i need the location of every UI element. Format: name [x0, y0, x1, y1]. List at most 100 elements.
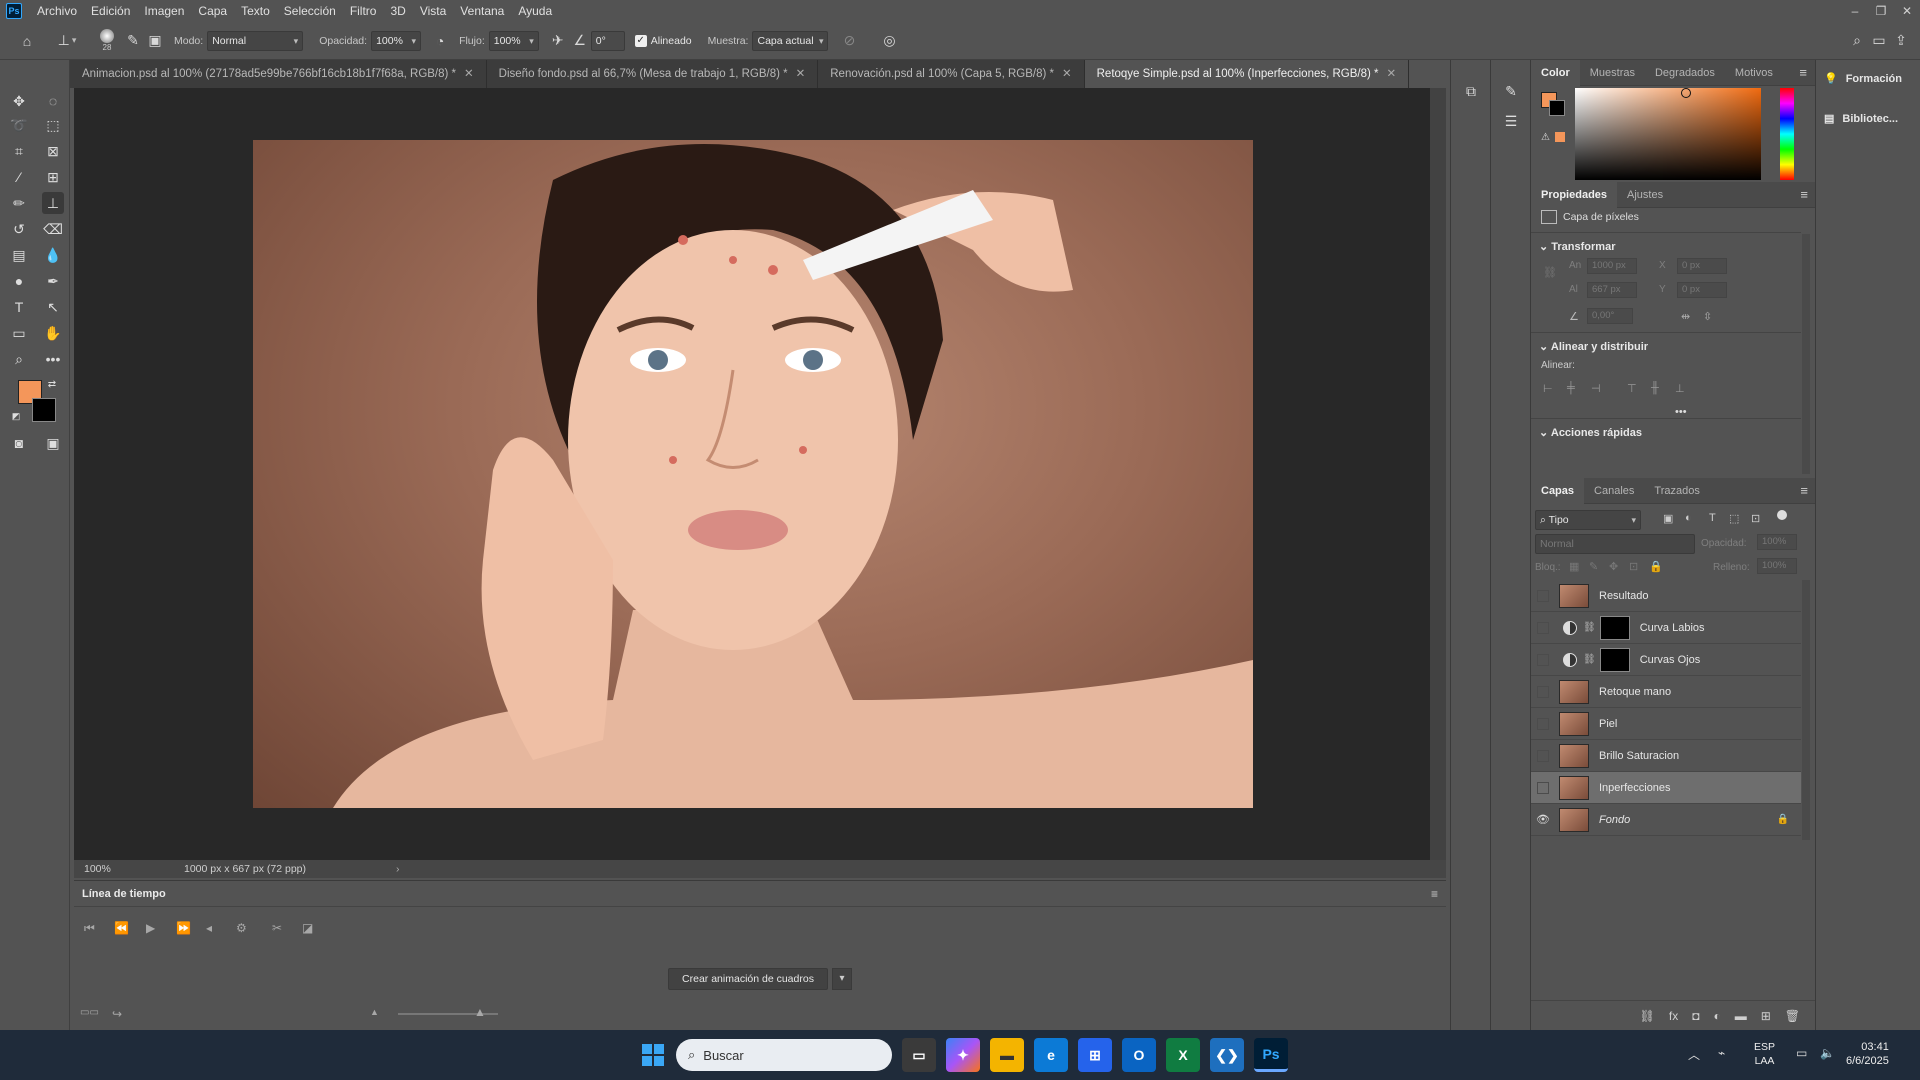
gradient-tool-icon[interactable]: ▤	[8, 244, 30, 266]
path-select-tool-icon[interactable]: ↖	[42, 296, 64, 318]
zoom-level[interactable]: 100%	[84, 863, 144, 875]
home-icon[interactable]: ⌂	[16, 30, 38, 52]
volume-icon[interactable]: 🔈	[1820, 1046, 1835, 1060]
curves-adjustment-icon[interactable]	[1563, 620, 1577, 635]
close-window-button[interactable]: ✕	[1894, 0, 1920, 22]
align-top-icon[interactable]: ⊤	[1627, 382, 1637, 395]
menu-filtro[interactable]: Filtro	[343, 0, 384, 22]
layer-row[interactable]: Brillo Saturacion	[1531, 740, 1801, 772]
zoom-tool-icon[interactable]: ⌕	[8, 348, 30, 370]
type-tool-icon[interactable]: T	[8, 296, 30, 318]
libraries-item[interactable]: ▤ Bibliotec...	[1824, 112, 1898, 126]
swap-colors-icon[interactable]: ⇄	[46, 378, 58, 390]
tab-renovacion[interactable]: Renovación.psd al 100% (Capa 5, RGB/8) *…	[818, 60, 1085, 88]
new-adjustment-icon[interactable]: ◐	[1713, 1009, 1720, 1023]
canvas-scrollbar[interactable]	[1430, 88, 1446, 860]
transition-icon[interactable]: ◪	[302, 921, 313, 935]
tab-degradados[interactable]: Degradados	[1645, 60, 1725, 86]
quick-mask-icon[interactable]: ◙	[8, 432, 30, 454]
network-icon[interactable]: ⌁	[1718, 1046, 1725, 1060]
menu-seleccion[interactable]: Selección	[277, 0, 343, 22]
filter-type-icon[interactable]: T	[1709, 512, 1716, 524]
close-icon[interactable]: ✕	[464, 68, 474, 80]
lock-pixels-icon[interactable]: ✎	[1589, 560, 1598, 573]
layer-thumbnail[interactable]	[1559, 711, 1589, 736]
brush-settings-icon[interactable]: ✎	[122, 30, 144, 52]
screen-mode-icon[interactable]: ▣	[42, 432, 64, 454]
layer-thumbnail[interactable]	[1559, 807, 1589, 832]
menu-capa[interactable]: Capa	[191, 0, 234, 22]
lock-icon[interactable]: 🔒	[1777, 814, 1789, 825]
new-layer-icon[interactable]: ⊞	[1761, 1009, 1771, 1023]
mask-link-icon[interactable]: ⛓	[1583, 654, 1596, 665]
layer-mask-thumbnail[interactable]	[1599, 615, 1630, 640]
more-options-icon[interactable]: •••	[1675, 406, 1687, 418]
filter-adjustment-icon[interactable]: ◐	[1685, 512, 1692, 524]
ignore-adjustments-icon[interactable]: ⊘	[838, 30, 860, 52]
eraser-tool-icon[interactable]: ⌫	[42, 218, 64, 240]
vscode-icon[interactable]: ❮❯	[1210, 1038, 1244, 1072]
rectangle-tool-icon[interactable]: ▭	[8, 322, 30, 344]
hue-slider[interactable]	[1780, 88, 1794, 180]
background-color-swatch[interactable]	[32, 398, 56, 422]
workspace-icon[interactable]: ▭	[1868, 30, 1890, 52]
object-select-tool-icon[interactable]: ⬚	[42, 114, 64, 136]
pressure-opacity-icon[interactable]: ◔	[429, 30, 451, 52]
convert-icon[interactable]: ↪	[112, 1007, 122, 1021]
layer-row[interactable]: 👁 Fondo 🔒	[1531, 804, 1801, 836]
pen-tool-icon[interactable]: ✒	[42, 270, 64, 292]
panel-menu-icon[interactable]: ≡	[1799, 60, 1807, 86]
link-layers-icon[interactable]: ⛓	[1640, 1009, 1655, 1023]
properties-scrollbar[interactable]	[1802, 234, 1810, 474]
windows-start-icon[interactable]	[636, 1038, 670, 1072]
tab-animacion[interactable]: Animacion.psd al 100% (27178ad5e99be766b…	[70, 60, 487, 88]
fx-icon[interactable]: fx	[1669, 1009, 1678, 1023]
lock-artboard-icon[interactable]: ⊡	[1629, 560, 1638, 573]
opacity-field[interactable]: 100% ▾	[371, 30, 422, 51]
chevron-right-icon[interactable]: ›	[396, 863, 400, 875]
clone-source-icon[interactable]: ▣	[144, 30, 166, 52]
gamut-swatch[interactable]	[1555, 132, 1565, 142]
layer-filter-select[interactable]: ⌕ Tipo ▾	[1535, 510, 1641, 530]
menu-archivo[interactable]: Archivo	[30, 0, 84, 22]
lock-position-icon[interactable]: ✥	[1609, 560, 1618, 573]
menu-ayuda[interactable]: Ayuda	[511, 0, 559, 22]
align-left-icon[interactable]: ⊢	[1543, 382, 1553, 395]
visibility-toggle[interactable]	[1537, 781, 1549, 794]
panel-menu-icon[interactable]: ≡	[1800, 478, 1808, 504]
hand-tool-icon[interactable]: ✋	[42, 322, 64, 344]
airbrush-icon[interactable]: ✈	[547, 30, 569, 52]
outlook-icon[interactable]: O	[1122, 1038, 1156, 1072]
tab-capas[interactable]: Capas	[1531, 477, 1585, 504]
layer-opacity-field[interactable]: 100%	[1757, 534, 1797, 550]
split-icon[interactable]: ✂	[272, 921, 282, 935]
visibility-toggle[interactable]	[1537, 717, 1549, 730]
clone-stamp-preset-icon[interactable]: ⊥ ▾	[56, 30, 78, 52]
settings-icon[interactable]: ⚙	[236, 921, 247, 935]
move-tool-icon[interactable]: ✥	[8, 90, 30, 112]
layer-thumbnail[interactable]	[1559, 775, 1589, 800]
tab-ajustes[interactable]: Ajustes	[1617, 182, 1673, 208]
dodge-tool-icon[interactable]: ●	[8, 270, 30, 292]
create-frame-animation-button[interactable]: Crear animación de cuadros	[668, 968, 828, 990]
height-field[interactable]: 667 px	[1587, 282, 1637, 298]
new-group-icon[interactable]: ▬	[1735, 1009, 1747, 1023]
align-middle-v-icon[interactable]: ╫	[1651, 382, 1659, 394]
link-icon[interactable]: ⛓	[1543, 266, 1557, 279]
quick-actions-section-title[interactable]: ⌄ Acciones rápidas	[1531, 422, 1642, 444]
layer-mask-thumbnail[interactable]	[1599, 647, 1630, 672]
x-field[interactable]: 0 px	[1677, 258, 1727, 274]
flow-field[interactable]: 100% ▾	[488, 30, 539, 51]
close-icon[interactable]: ✕	[796, 68, 806, 80]
brush-tool-icon[interactable]: ✏	[8, 192, 30, 214]
color-bg-swatch[interactable]	[1549, 100, 1565, 116]
photoshop-logo-icon[interactable]: Ps	[6, 3, 22, 19]
blur-tool-icon[interactable]: 💧	[42, 244, 64, 266]
menu-vista[interactable]: Vista	[413, 0, 453, 22]
color-picker-handle[interactable]	[1681, 88, 1691, 98]
flip-horizontal-icon[interactable]: ⇹	[1681, 310, 1690, 323]
curves-adjustment-icon[interactable]	[1563, 652, 1577, 667]
visibility-toggle[interactable]	[1537, 685, 1549, 698]
chevron-up-icon[interactable]: ︿	[1688, 1046, 1700, 1063]
trash-icon[interactable]: 🗑	[1785, 1009, 1800, 1023]
